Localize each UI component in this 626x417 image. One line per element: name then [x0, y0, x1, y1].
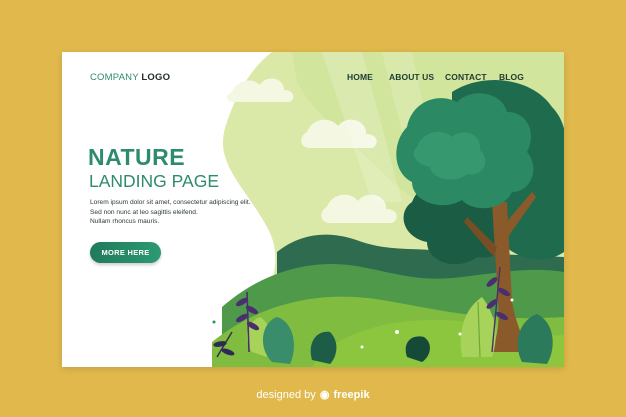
- freepik-credit: designed by ◉ freepik: [0, 388, 626, 401]
- designed-by-text: designed by: [256, 389, 316, 401]
- nav-home[interactable]: HOME: [347, 72, 373, 82]
- hero-title: NATURE: [88, 144, 186, 170]
- logo-text-light: COMPANY: [90, 72, 139, 83]
- body-line: Nullam rhoncus mauris.: [90, 218, 160, 225]
- hero-subtitle: LANDING PAGE: [89, 171, 219, 191]
- nav-blog[interactable]: BLOG: [499, 72, 524, 82]
- logo-text-bold: LOGO: [141, 72, 171, 83]
- nav-contact[interactable]: CONTACT: [445, 72, 487, 82]
- company-logo[interactable]: COMPANY LOGO: [90, 72, 170, 83]
- body-line: Sed non nunc at leo sagittis eleifend.: [90, 208, 198, 216]
- hero-body-text: Lorem ipsum dolor sit amet, consectetur …: [90, 198, 260, 227]
- more-here-button[interactable]: MORE HERE: [90, 242, 161, 263]
- body-line: Lorem ipsum dolor sit amet, consectetur …: [90, 199, 251, 206]
- landing-page-card: COMPANY LOGO HOME ABOUT US CONTACT BLOG …: [62, 52, 564, 367]
- nav-about-us[interactable]: ABOUT US: [389, 72, 434, 82]
- freepik-brand: freepik: [333, 389, 370, 401]
- freepik-icon: ◉: [319, 389, 330, 401]
